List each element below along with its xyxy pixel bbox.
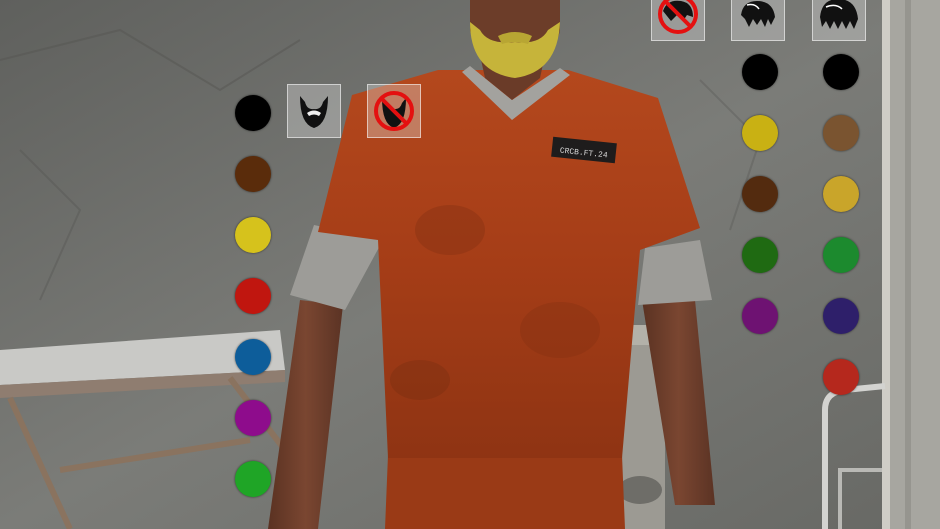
beard-color-swatch[interactable]	[235, 95, 271, 131]
hair-color-swatch[interactable]	[823, 359, 859, 395]
game-scene: CRCB.FT.24	[0, 0, 940, 529]
hair-color-swatch[interactable]	[742, 115, 778, 151]
beard-color-swatch[interactable]	[235, 461, 271, 497]
hair-color-swatch[interactable]	[742, 176, 778, 212]
beard-color-swatch[interactable]	[235, 156, 271, 192]
beard-color-swatch[interactable]	[235, 400, 271, 436]
hair-color-swatch[interactable]	[823, 115, 859, 151]
beard-style-button[interactable]	[287, 84, 341, 138]
hair-color-swatch[interactable]	[823, 54, 859, 90]
no-beard-button[interactable]	[367, 84, 421, 138]
hair-color-swatch[interactable]	[823, 237, 859, 273]
beard-color-swatch[interactable]	[235, 339, 271, 375]
hair-color-swatch[interactable]	[823, 298, 859, 334]
beard-icon	[300, 96, 328, 128]
beard-color-swatch[interactable]	[235, 217, 271, 253]
hair-short-icon	[741, 1, 775, 27]
no-hair-icon	[658, 0, 698, 34]
hair-long-icon	[820, 0, 858, 29]
hair-color-swatch[interactable]	[742, 54, 778, 90]
hair-color-swatch[interactable]	[742, 237, 778, 273]
hair-color-swatch[interactable]	[823, 176, 859, 212]
no-beard-icon	[374, 91, 414, 131]
hair-long-button[interactable]	[812, 0, 866, 41]
beard-color-swatch[interactable]	[235, 278, 271, 314]
hair-color-swatch[interactable]	[742, 298, 778, 334]
hair-short-button[interactable]	[731, 0, 785, 41]
no-hair-button[interactable]	[651, 0, 705, 41]
